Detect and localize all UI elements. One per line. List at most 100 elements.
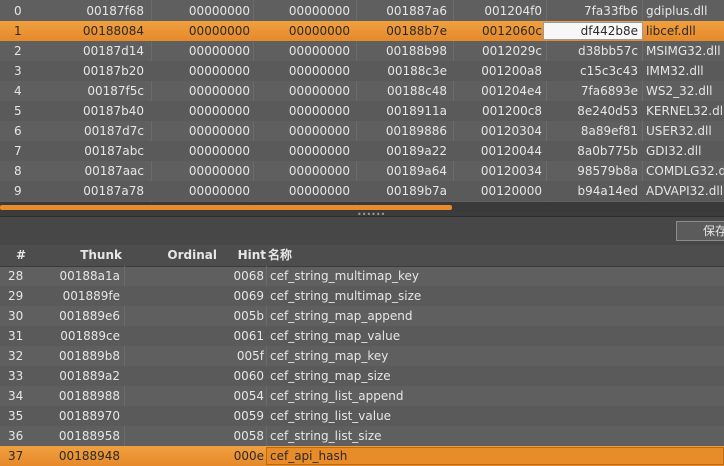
cell-c5: 001200c8 (481, 104, 542, 118)
cell-idx: 8 (14, 164, 22, 178)
cell-hint: 0058 (233, 429, 264, 443)
table-row[interactable]: 2 00187d14 00000000 00000000 00188b98 0012029… (0, 41, 724, 61)
cell-c1: 00187abc (84, 144, 144, 158)
table-row[interactable]: 5 00187b40 00000000 00000000 0018911a 001200c… (0, 101, 724, 121)
table-row[interactable]: 30 001889e6 005b cef_string_map_append (0, 306, 724, 326)
cell-thunk: 00188988 (58, 389, 120, 403)
cell-hint: 0061 (233, 329, 264, 343)
table-row[interactable]: 32 001889b8 005f cef_string_map_key (0, 346, 724, 366)
cell-ordinal (130, 326, 217, 346)
cell-c1: 00187d7c (83, 124, 144, 138)
cell-c6: df442b8e (580, 24, 638, 38)
column-header-thunk[interactable]: Thunk (40, 245, 122, 266)
cell-name: USER32.dll (646, 124, 712, 138)
cell-c1: 00188084 (82, 24, 144, 38)
cell-hint: 005f (236, 349, 264, 363)
table-row[interactable]: 28 00188a1a 0068 cef_string_multimap_key (0, 266, 724, 286)
cell-c3: 00000000 (288, 104, 350, 118)
cell-c2: 00000000 (188, 64, 250, 78)
cell-hint: 0068 (233, 269, 264, 283)
column-header-ordinal[interactable]: Ordinal (130, 245, 217, 266)
table-row[interactable]: 1 00188084 00000000 00000000 00188b7e 0012060… (0, 21, 724, 41)
cell-c5: 00120034 (480, 164, 542, 178)
cell-c3: 00000000 (288, 124, 350, 138)
table-row[interactable]: 9 00187a78 00000000 00000000 00189b7a 0012000… (0, 181, 724, 201)
cell-c6: 8e240d53 (577, 104, 638, 118)
cell-name: KERNEL32.dll (646, 104, 724, 118)
cell-name: cef_string_multimap_size (270, 289, 422, 303)
cell-ordinal (130, 286, 217, 306)
column-header-index[interactable]: # (16, 245, 28, 266)
table-row[interactable]: 0 00187f68 00000000 00000000 001887a6 001204f… (0, 1, 724, 21)
cell-thunk: 001889fe (62, 289, 120, 303)
cell-hint: 0059 (233, 409, 264, 423)
table-row[interactable]: 3 00187b20 00000000 00000000 00188c3e 001200a… (0, 61, 724, 81)
cell-c5: 0012060c (481, 24, 542, 38)
cell-c3: 00000000 (288, 44, 350, 58)
cell-c2: 00000000 (188, 144, 250, 158)
table-row[interactable]: 34 00188988 0054 cef_string_list_append (0, 386, 724, 406)
cell-c4: 00189a22 (386, 144, 447, 158)
table-row[interactable]: 29 001889fe 0069 cef_string_multimap_size (0, 286, 724, 306)
cell-c2: 00000000 (188, 104, 250, 118)
cell-ordinal (130, 266, 217, 286)
cell-c4: 00188c3e (387, 64, 447, 78)
cell-idx: 34 (8, 389, 24, 403)
cell-c4: 001887a6 (386, 4, 447, 18)
cell-idx: 9 (14, 184, 22, 198)
table-row[interactable]: 31 001889ce 0061 cef_string_map_value (0, 326, 724, 346)
cell-c6: c15c3c43 (580, 64, 638, 78)
cell-c1: 00187f68 (86, 4, 144, 18)
column-header-name[interactable]: 名称 (268, 245, 368, 266)
cell-c1: 00187d14 (82, 44, 144, 58)
cell-hint: 000e (233, 449, 264, 463)
cell-idx: 33 (8, 369, 24, 383)
cell-name: libcef.dll (646, 24, 696, 38)
cell-c4: 0018911a (386, 104, 447, 118)
cell-c3: 00000000 (288, 84, 350, 98)
cell-idx: 0 (14, 4, 22, 18)
cell-c1: 00187b20 (82, 64, 144, 78)
cell-name: WS2_32.dll (646, 84, 713, 98)
cell-c1: 00187a78 (83, 184, 144, 198)
cell-c4: 00189a64 (386, 164, 447, 178)
cell-c3: 00000000 (288, 164, 350, 178)
save-button[interactable]: 保存 (676, 221, 724, 241)
cell-c3: 00000000 (288, 184, 350, 198)
cell-name: cef_string_multimap_key (270, 269, 419, 283)
cell-name: cef_string_map_key (270, 349, 389, 363)
cell-c2: 00000000 (188, 4, 250, 18)
cell-c1: 00187aac (84, 164, 144, 178)
cell-name: gdiplus.dll (646, 4, 708, 18)
cell-c4: 00188b7e (386, 24, 447, 38)
table-row[interactable]: 37 00188948 000e cef_api_hash (0, 446, 724, 466)
table-row[interactable]: 4 00187f5c 00000000 00000000 00188c48 001204e… (0, 81, 724, 101)
cell-c6: d38bb57c (578, 44, 638, 58)
cell-name: cef_string_list_value (270, 409, 392, 423)
modules-table[interactable]: 0 00187f68 00000000 00000000 001887a6 001204f… (0, 0, 724, 202)
cell-idx: 37 (8, 449, 24, 463)
cell-idx: 2 (14, 44, 22, 58)
cell-hint: 0054 (233, 389, 264, 403)
cell-c2: 00000000 (188, 184, 250, 198)
cell-idx: 30 (8, 309, 24, 323)
cell-c6: b94a14ed (577, 184, 638, 198)
table-row[interactable]: 36 00188958 0058 cef_string_list_size (0, 426, 724, 446)
table-row[interactable]: 35 00188970 0059 cef_string_list_value (0, 406, 724, 426)
cell-idx: 6 (14, 124, 22, 138)
cell-c2: 00000000 (188, 164, 250, 178)
cell-c4: 00189b7a (386, 184, 447, 198)
table-row[interactable]: 6 00187d7c 00000000 00000000 00189886 0012030… (0, 121, 724, 141)
column-header-hint[interactable]: Hint (222, 245, 266, 266)
imports-table[interactable]: 28 00188a1a 0068 cef_string_multimap_key 29 0… (0, 266, 724, 466)
table-row[interactable]: 8 00187aac 00000000 00000000 00189a64 0012003… (0, 161, 724, 181)
cell-name: cef_string_list_size (270, 429, 382, 443)
cell-c4: 00188c48 (386, 84, 447, 98)
cell-c3: 00000000 (288, 24, 350, 38)
table-row[interactable]: 33 001889a2 0060 cef_string_map_size (0, 366, 724, 386)
cell-c4: 00188b98 (385, 44, 447, 58)
cell-c3: 00000000 (288, 4, 350, 18)
cell-name: cef_api_hash (270, 449, 348, 463)
cell-name: cef_string_map_size (270, 369, 391, 383)
table-row[interactable]: 7 00187abc 00000000 00000000 00189a22 0012004… (0, 141, 724, 161)
